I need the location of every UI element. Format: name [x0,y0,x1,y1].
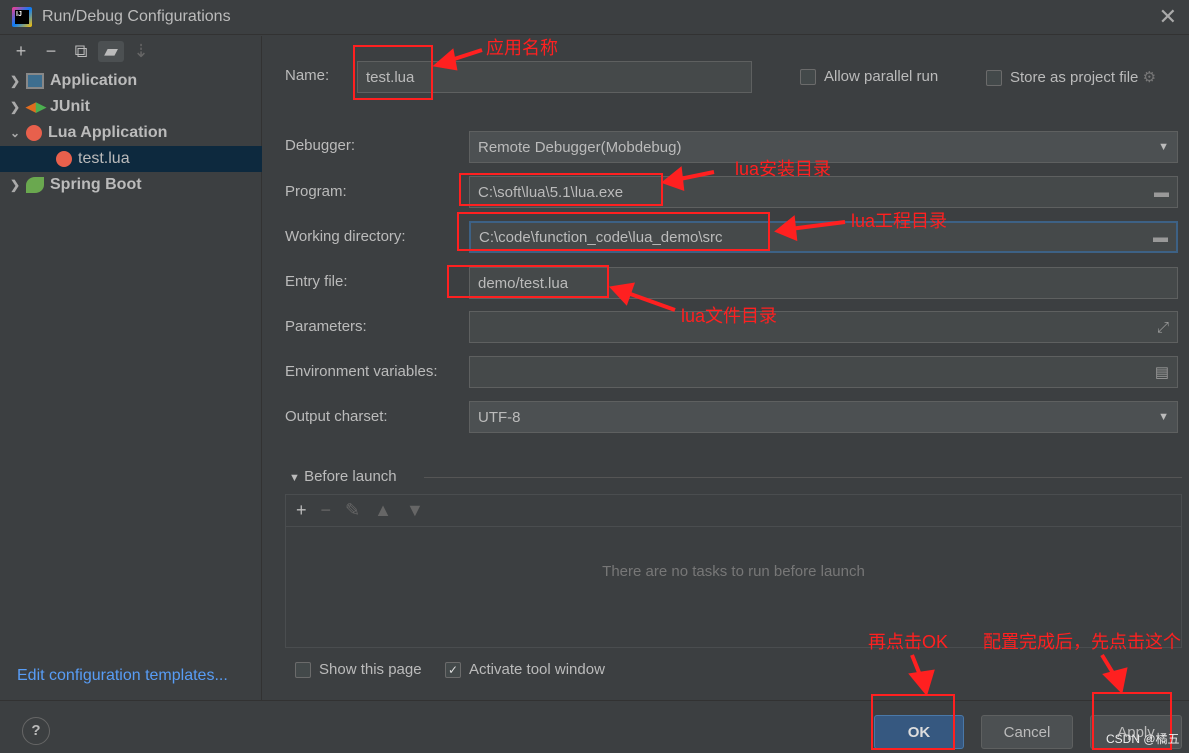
annotation-arrows [432,48,1128,697]
watermark: CSDN @橘五 [1106,732,1180,746]
